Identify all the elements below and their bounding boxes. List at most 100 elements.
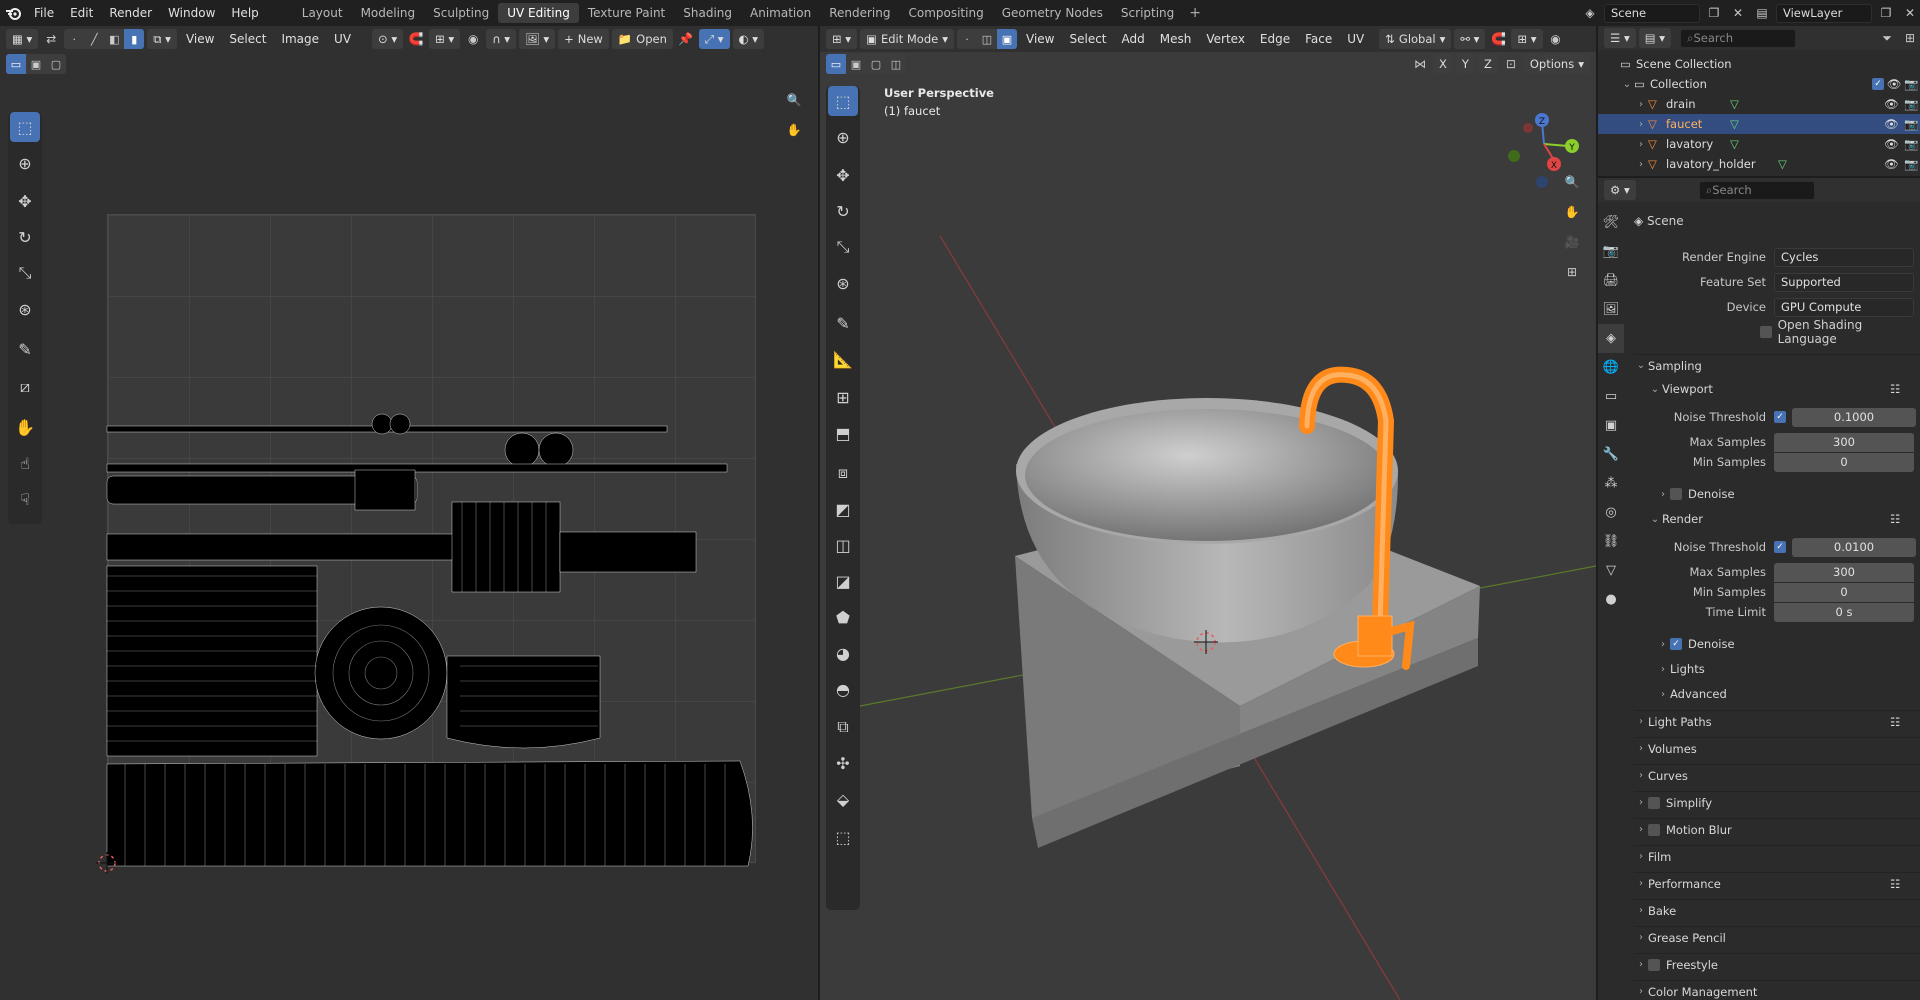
knife-tool-icon[interactable]: ◪ [828,566,858,596]
scene-tab-icon[interactable]: ◈ [1598,324,1624,353]
visibility-eye-icon[interactable]: 👁 [1884,157,1904,171]
tab-rendering[interactable]: Rendering [820,3,899,23]
vp-noise-threshold-field[interactable]: 0.1000 [1792,407,1916,427]
vp-min-samples-field[interactable]: 0 [1774,452,1914,472]
camera-view-icon[interactable]: 🎥 [1562,232,1582,252]
presets-list-icon[interactable]: ☷ [1890,512,1920,526]
menu-edit[interactable]: Edit [62,0,101,26]
tab-uv-editing[interactable]: UV Editing [498,3,579,23]
expand-arrow-icon[interactable]: › [1634,139,1648,150]
motion-blur-panel[interactable]: › Motion Blur [1634,818,1920,840]
grease-pencil-panel[interactable]: › Grease Pencil [1634,926,1920,948]
viewport-subpanel-header[interactable]: ⌄ Viewport ☷ [1648,378,1920,400]
rip-region-tool-icon[interactable]: ⬚ [828,822,858,852]
display-mode-dropdown[interactable]: ▤ ▾ [1638,28,1672,48]
view-layer-icon[interactable]: ▤ [1752,3,1772,23]
new-collection-icon[interactable]: ⊞ [1900,28,1920,48]
shear-tool-icon[interactable]: ⬙ [828,784,858,814]
render-camera-icon[interactable]: 📷 [1904,117,1920,131]
vp-cursor-tool-icon[interactable]: ⊕ [828,122,858,152]
render-camera-icon[interactable]: 📷 [1904,97,1920,111]
expand-arrow-icon[interactable]: › [1634,159,1648,170]
loop-cut-tool-icon[interactable]: ◫ [828,530,858,560]
collapse-arrow-icon[interactable]: ⌄ [1620,79,1634,90]
smooth-tool-icon[interactable]: ◓ [828,674,858,704]
tab-geometry-nodes[interactable]: Geometry Nodes [993,3,1112,23]
world-tab-icon[interactable]: 🌐 [1598,353,1624,382]
data-tab-icon[interactable]: ▽ [1598,556,1624,585]
scene-collection-row[interactable]: ▭ Scene Collection [1598,54,1920,74]
r-time-limit-field[interactable]: 0 s [1774,602,1914,622]
tool-tab-icon[interactable]: 🛠 [1598,208,1624,237]
delete-scene-icon[interactable]: ✕ [1728,3,1748,23]
outliner-item-lavatory-holder[interactable]: › ▽ lavatory_holder ▽ 👁 📷 [1598,154,1920,174]
tab-modeling[interactable]: Modeling [352,3,425,23]
menu-render[interactable]: Render [101,0,160,26]
poly-build-tool-icon[interactable]: ⬟ [828,602,858,632]
presets-list-icon[interactable]: ☷ [1890,715,1920,729]
filter-icon[interactable]: ⏷ [1877,28,1897,48]
presets-list-icon[interactable]: ☷ [1890,877,1920,891]
color-management-panel[interactable]: › Color Management [1634,980,1920,1000]
menu-help[interactable]: Help [223,0,266,26]
extrude-tool-icon[interactable]: ⬒ [828,418,858,448]
tab-sculpting[interactable]: Sculpting [424,3,498,23]
blender-logo-icon[interactable] [0,0,26,26]
bevel-tool-icon[interactable]: ◩ [828,494,858,524]
r-noise-checkbox[interactable]: ✓ [1774,541,1786,553]
new-scene-icon[interactable]: ❐ [1704,3,1724,23]
shrink-fatten-tool-icon[interactable]: ✣ [828,748,858,778]
curves-panel[interactable]: › Curves [1634,764,1920,786]
vp-denoise-checkbox[interactable] [1670,488,1682,500]
object-tab-icon[interactable]: ▣ [1598,411,1624,440]
motion-blur-checkbox[interactable] [1648,823,1660,836]
tab-shading[interactable]: Shading [674,3,741,23]
view-layer-field[interactable]: ViewLayer [1776,3,1872,23]
render-engine-dropdown[interactable]: Cycles [1774,247,1914,267]
sampling-panel-header[interactable]: ⌄ Sampling [1634,354,1920,376]
render-subpanel-header[interactable]: ⌄ Render ☷ [1648,508,1920,530]
outliner-item-drain[interactable]: › ▽ drain ▽ 👁 📷 [1598,94,1920,114]
advanced-subpanel[interactable]: › Advanced [1656,683,1920,705]
r-min-samples-field[interactable]: 0 [1774,582,1914,602]
scene-icon[interactable]: ◈ [1580,3,1600,23]
outliner-search-input[interactable]: ⌕ Search [1680,28,1797,48]
new-view-layer-icon[interactable]: ❐ [1876,3,1896,23]
physics-tab-icon[interactable]: ◎ [1598,498,1624,527]
delete-view-layer-icon[interactable]: ✕ [1900,3,1920,23]
device-dropdown[interactable]: GPU Compute [1774,297,1914,317]
tab-texture-paint[interactable]: Texture Paint [579,3,674,23]
spin-tool-icon[interactable]: ◕ [828,638,858,668]
render-camera-icon[interactable]: 📷 [1904,157,1920,171]
menu-window[interactable]: Window [160,0,223,26]
vp-pan-icon[interactable]: ✋ [1562,202,1582,222]
render-camera-icon[interactable]: 📷 [1904,137,1920,151]
constraints-tab-icon[interactable]: ⛓ [1598,527,1624,556]
expand-arrow-icon[interactable]: › [1634,99,1648,110]
vp-max-samples-field[interactable]: 300 [1774,432,1914,452]
r-denoise-subpanel[interactable]: › ✓ Denoise [1656,633,1920,655]
performance-panel[interactable]: › Performance ☷ [1634,872,1920,894]
film-panel[interactable]: › Film [1634,845,1920,867]
properties-editor-type-icon[interactable]: ⚙ ▾ [1604,180,1636,200]
lights-subpanel[interactable]: › Lights [1656,658,1920,680]
collection-tab-icon[interactable]: ▭ [1598,382,1624,411]
tab-compositing[interactable]: Compositing [899,3,992,23]
vp-noise-checkbox[interactable]: ✓ [1774,411,1786,423]
visibility-eye-icon[interactable]: 👁 [1884,97,1904,111]
view-layer-tab-icon[interactable]: 🖼 [1598,295,1624,324]
simplify-checkbox[interactable] [1648,796,1660,809]
freestyle-panel[interactable]: › Freestyle [1634,953,1920,975]
vp-measure-tool-icon[interactable]: 📐 [828,344,858,374]
particles-tab-icon[interactable]: ⁂ [1598,469,1624,498]
vp-move-tool-icon[interactable]: ✥ [828,160,858,190]
r-max-samples-field[interactable]: 300 [1774,562,1914,582]
output-tab-icon[interactable]: 🖨 [1598,266,1624,295]
visibility-eye-icon[interactable]: 👁 [1884,137,1904,151]
inset-tool-icon[interactable]: ⧈ [828,458,858,488]
tab-animation[interactable]: Animation [741,3,820,23]
outliner-editor-type-icon[interactable]: ☰ ▾ [1604,28,1636,48]
modifier-tab-icon[interactable]: 🔧 [1598,440,1624,469]
visibility-eye-icon[interactable]: 👁 [1884,117,1904,131]
vp-select-tool-icon[interactable]: ⬚ [828,86,858,116]
